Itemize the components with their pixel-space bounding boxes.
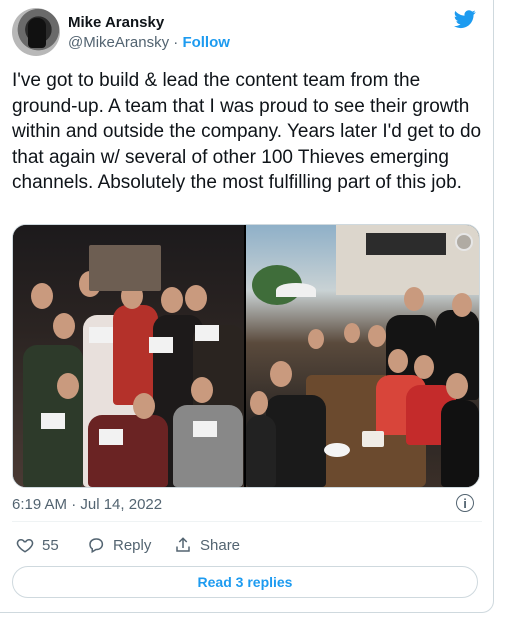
tweet-text: I've got to build & lead the content tea…	[12, 70, 482, 193]
person-body	[173, 405, 243, 487]
awning	[366, 233, 446, 255]
person-face	[161, 287, 183, 313]
author-handle[interactable]: @MikeAransky	[68, 34, 169, 51]
person-face	[31, 283, 53, 309]
person-face	[414, 355, 434, 379]
read-replies-button[interactable]: Read 3 replies	[12, 566, 478, 598]
person-body	[246, 415, 276, 487]
person-face	[368, 325, 386, 347]
paper-sign	[195, 325, 219, 341]
person-face	[446, 373, 468, 399]
tweet-card: Mike Aransky @MikeAransky · Follow I've …	[0, 0, 494, 613]
avatar[interactable]	[12, 8, 60, 56]
paper-sign	[89, 327, 113, 343]
wall-sign	[89, 245, 161, 291]
info-icon[interactable]: i	[456, 494, 474, 512]
author-name[interactable]: Mike Aransky	[68, 14, 164, 31]
person-face	[452, 293, 472, 317]
person-body	[88, 415, 168, 487]
clock-icon	[455, 233, 473, 251]
person-face	[250, 391, 268, 415]
person-face	[388, 349, 408, 373]
reply-button[interactable]: Reply	[87, 536, 151, 554]
reply-icon	[89, 538, 104, 554]
paper-sign	[99, 429, 123, 445]
plate	[362, 431, 384, 447]
umbrella	[276, 283, 316, 297]
avatar-dog-silhouette	[28, 18, 46, 48]
twitter-logo-icon[interactable]	[454, 8, 476, 30]
person-face	[133, 393, 155, 419]
action-bar: 55 Reply Share	[12, 534, 482, 560]
person-face	[404, 287, 424, 311]
person-face	[57, 373, 79, 399]
like-count: 55	[42, 536, 59, 554]
person-face	[308, 329, 324, 349]
reply-label: Reply	[113, 536, 152, 554]
paper-sign	[193, 421, 217, 437]
share-button[interactable]: Share	[174, 536, 240, 554]
person-body	[113, 305, 158, 405]
photo-group-restaurant[interactable]	[246, 225, 479, 487]
paper-sign	[41, 413, 65, 429]
tweet-timestamp[interactable]: 6:19 AM · Jul 14, 2022	[12, 496, 162, 513]
like-button[interactable]: 55	[16, 536, 59, 554]
person-face	[53, 313, 75, 339]
plate	[324, 443, 350, 457]
share-icon	[176, 537, 190, 552]
person-face	[185, 285, 207, 311]
person-body	[441, 400, 479, 487]
person-face	[191, 377, 213, 403]
tweet-header: Mike Aransky @MikeAransky · Follow	[12, 8, 482, 56]
share-label: Share	[200, 536, 241, 554]
separator-dot: ·	[173, 34, 179, 51]
person-face	[270, 361, 292, 387]
follow-button[interactable]: Follow	[182, 34, 230, 51]
media-grid	[12, 224, 480, 488]
paper-sign	[149, 337, 173, 353]
heart-icon	[16, 538, 34, 553]
handle-row: @MikeAransky · Follow	[68, 34, 230, 51]
person-face	[344, 323, 360, 343]
divider	[12, 521, 482, 522]
photo-group-indoor[interactable]	[13, 225, 244, 487]
